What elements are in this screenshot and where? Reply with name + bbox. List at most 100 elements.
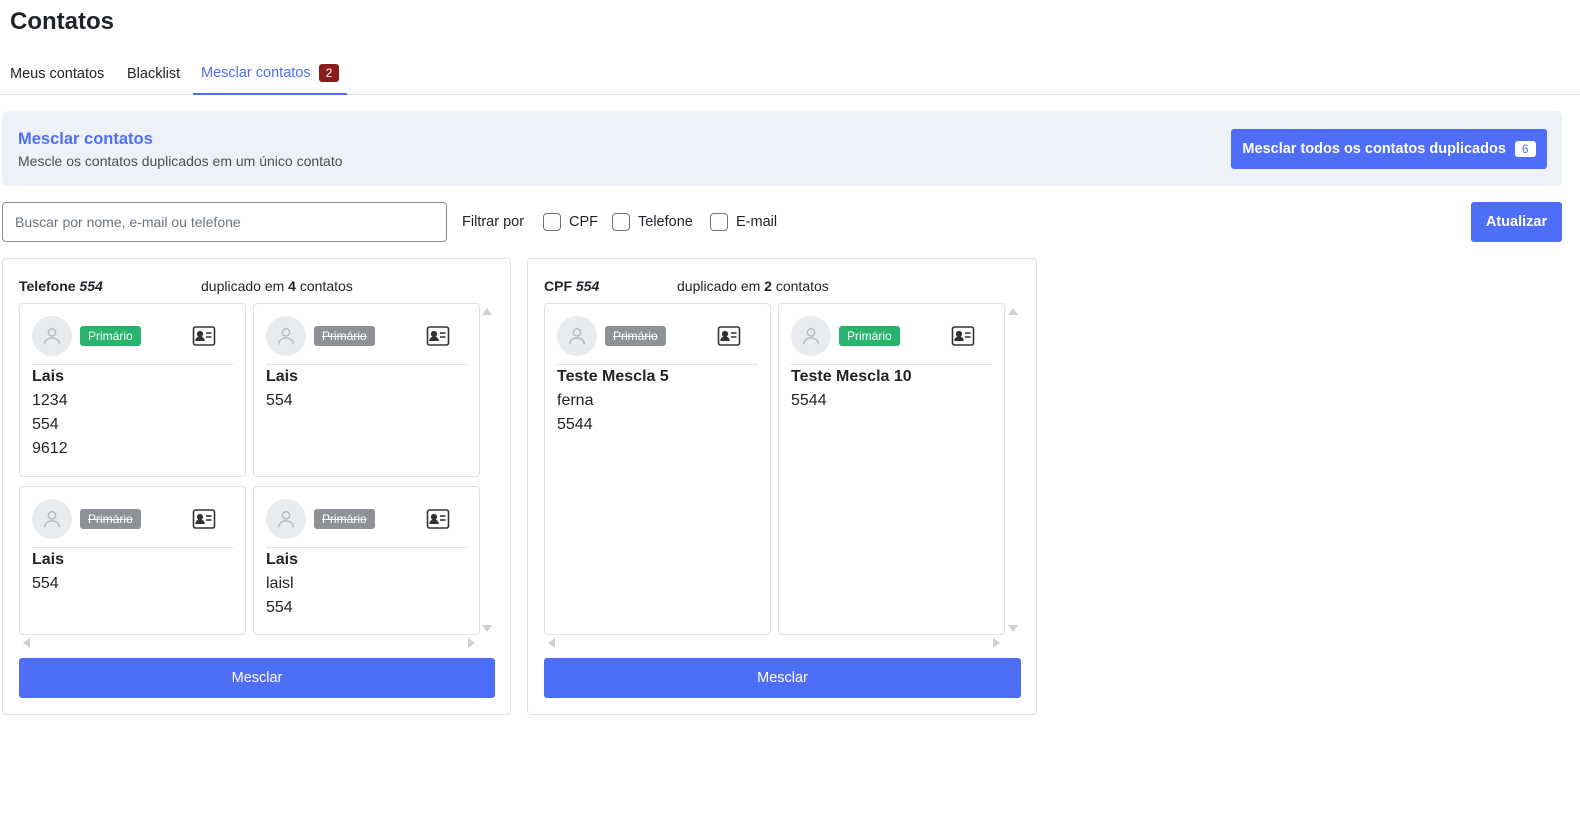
- contact-card[interactable]: Primário Lais laisl 554: [253, 486, 480, 635]
- scroll-left-arrow[interactable]: [23, 638, 30, 648]
- primary-badge[interactable]: Primário: [80, 326, 141, 346]
- card-divider: [557, 364, 758, 365]
- dup-suffix: contatos: [299, 278, 353, 294]
- dup-count: 4: [288, 278, 296, 294]
- filter-telefone-label[interactable]: Telefone: [638, 214, 693, 230]
- tab-meus-contatos[interactable]: Meus contatos: [10, 52, 104, 95]
- merge-all-count-badge: 6: [1514, 141, 1536, 157]
- duplicate-group: CPF 554 duplicado em 2 contatos Primário…: [527, 258, 1037, 715]
- group-duplicate-count: duplicado em 2 contatos: [677, 278, 829, 294]
- dup-prefix: duplicado em: [201, 278, 285, 294]
- banner-title: Mesclar contatos: [18, 130, 153, 148]
- contact-card[interactable]: Primário Teste Mescla 5 ferna 5544: [544, 303, 771, 635]
- card-divider: [32, 364, 233, 365]
- contact-card-icon[interactable]: [951, 325, 975, 347]
- primary-badge[interactable]: Primário: [605, 326, 666, 346]
- user-icon: [568, 327, 586, 345]
- scroll-right-arrow[interactable]: [468, 638, 475, 648]
- contact-name: Teste Mescla 10: [791, 368, 912, 385]
- contact-detail: 554: [32, 416, 59, 433]
- group-duplicate-count: duplicado em 4 contatos: [201, 278, 353, 294]
- avatar: [32, 316, 72, 356]
- avatar: [557, 316, 597, 356]
- primary-badge[interactable]: Primário: [839, 326, 900, 346]
- tab-blacklist[interactable]: Blacklist: [127, 52, 180, 95]
- contact-name: Lais: [266, 368, 299, 385]
- contact-detail: 554: [32, 575, 59, 592]
- dup-prefix: duplicado em: [677, 278, 761, 294]
- scroll-down-arrow[interactable]: [482, 625, 492, 632]
- merge-banner: Mesclar contatos Mescle os contatos dupl…: [2, 111, 1562, 186]
- duplicate-group: Telefone 554 duplicado em 4 contatos Pri…: [2, 258, 511, 715]
- user-icon: [802, 327, 820, 345]
- card-divider: [32, 547, 233, 548]
- contact-card-icon[interactable]: [426, 325, 450, 347]
- contact-card[interactable]: Primário Lais 554: [19, 486, 246, 635]
- contact-detail: 1234: [32, 392, 68, 409]
- card-divider: [791, 364, 992, 365]
- card-divider: [266, 547, 467, 548]
- merge-all-button[interactable]: Mesclar todos os contatos duplicados 6: [1231, 129, 1547, 169]
- contact-card-icon[interactable]: [192, 325, 216, 347]
- scroll-right-arrow[interactable]: [993, 638, 1000, 648]
- card-divider: [266, 364, 467, 365]
- merge-button[interactable]: Mesclar: [544, 658, 1021, 698]
- avatar: [266, 316, 306, 356]
- search-input[interactable]: [2, 202, 447, 242]
- filter-cpf-checkbox[interactable]: [543, 213, 561, 231]
- user-icon: [43, 510, 61, 528]
- avatar: [32, 499, 72, 539]
- tab-count-badge: 2: [318, 63, 340, 82]
- scroll-down-arrow[interactable]: [1008, 625, 1018, 632]
- tab-label: Meus contatos: [10, 65, 105, 82]
- avatar: [791, 316, 831, 356]
- contact-detail: 5544: [791, 392, 827, 409]
- contact-card-icon[interactable]: [192, 508, 216, 530]
- contact-card[interactable]: Primário Teste Mescla 10 5544: [778, 303, 1005, 635]
- primary-badge[interactable]: Primário: [314, 326, 375, 346]
- group-key-value: 554: [79, 278, 103, 294]
- group-key-label: CPF: [544, 278, 572, 294]
- group-key: CPF 554: [544, 278, 599, 294]
- primary-badge[interactable]: Primário: [80, 509, 141, 529]
- scroll-up-arrow[interactable]: [482, 308, 492, 315]
- dup-suffix: contatos: [775, 278, 829, 294]
- page-title: Contatos: [10, 8, 114, 35]
- contact-detail: 554: [266, 392, 293, 409]
- contact-name: Lais: [32, 551, 65, 568]
- user-icon: [277, 510, 295, 528]
- contact-card-icon[interactable]: [717, 325, 741, 347]
- filter-label: Filtrar por: [462, 214, 525, 230]
- refresh-button[interactable]: Atualizar: [1471, 202, 1562, 242]
- contact-detail: 9612: [32, 440, 68, 457]
- contact-card[interactable]: Primário Lais 554: [253, 303, 480, 477]
- dup-count: 2: [764, 278, 772, 294]
- merge-button[interactable]: Mesclar: [19, 658, 495, 698]
- scroll-up-arrow[interactable]: [1008, 308, 1018, 315]
- contact-name: Teste Mescla 5: [557, 368, 669, 385]
- contact-card[interactable]: Primário Lais 1234 554 9612: [19, 303, 246, 477]
- contact-name: Lais: [266, 551, 299, 568]
- user-icon: [277, 327, 295, 345]
- contact-detail: 554: [266, 599, 293, 616]
- group-key-label: Telefone: [19, 278, 76, 294]
- contact-name: Lais: [32, 368, 65, 385]
- tab-label: Blacklist: [127, 65, 181, 82]
- filter-cpf-label[interactable]: CPF: [569, 214, 598, 230]
- avatar: [266, 499, 306, 539]
- filter-email-checkbox[interactable]: [710, 213, 728, 231]
- group-key: Telefone 554: [19, 278, 111, 294]
- filter-email-label[interactable]: E-mail: [736, 214, 777, 230]
- banner-subtitle: Mescle os contatos duplicados em um únic…: [18, 153, 343, 169]
- contact-card-icon[interactable]: [426, 508, 450, 530]
- merge-all-label: Mesclar todos os contatos duplicados: [1242, 141, 1506, 157]
- contact-detail: ferna: [557, 392, 594, 409]
- filter-telefone-checkbox[interactable]: [612, 213, 630, 231]
- tab-label: Mesclar contatos: [201, 64, 311, 81]
- user-icon: [43, 327, 61, 345]
- scroll-left-arrow[interactable]: [548, 638, 555, 648]
- tabs: Meus contatos Blacklist Mesclar contatos…: [0, 52, 1580, 95]
- contact-detail: laisl: [266, 575, 294, 592]
- tab-mesclar-contatos[interactable]: Mesclar contatos 2: [193, 52, 348, 95]
- primary-badge[interactable]: Primário: [314, 509, 375, 529]
